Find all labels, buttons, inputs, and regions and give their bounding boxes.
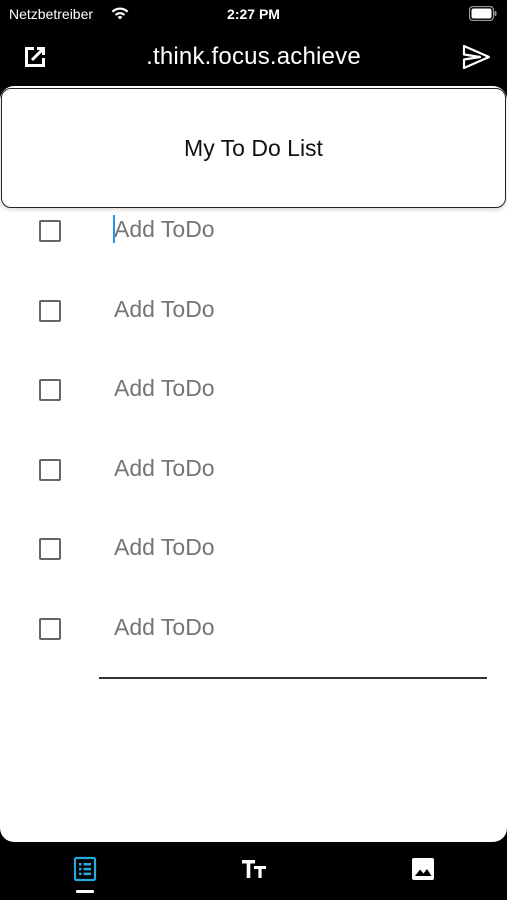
app-title: .think.focus.achieve [146, 43, 361, 70]
image-icon[interactable] [408, 854, 438, 884]
send-icon[interactable] [461, 42, 491, 72]
todo-sheet: My To Do List [0, 86, 507, 842]
status-bar: Netzbetreiber 2:27 PM [0, 0, 507, 28]
todo-checkbox[interactable] [39, 459, 61, 481]
todo-input[interactable] [114, 530, 484, 564]
text-format-icon[interactable] [239, 854, 269, 884]
todo-input[interactable] [114, 212, 484, 246]
todo-row [0, 437, 507, 497]
app-bar: .think.focus.achieve [0, 28, 507, 86]
active-tab-indicator [76, 890, 94, 893]
todo-input[interactable] [114, 610, 484, 644]
input-underline [99, 677, 487, 679]
todo-checkbox[interactable] [39, 538, 61, 560]
list-title: My To Do List [184, 134, 323, 161]
todo-row [0, 596, 507, 656]
todo-checkbox[interactable] [39, 618, 61, 640]
clock: 2:27 PM [227, 6, 280, 22]
list-title-card: My To Do List [1, 88, 506, 208]
todo-checkbox[interactable] [39, 220, 61, 242]
todo-checkbox[interactable] [39, 379, 61, 401]
todo-row [0, 278, 507, 338]
todo-row [0, 516, 507, 576]
todo-input[interactable] [114, 451, 484, 485]
list-icon[interactable] [70, 854, 100, 884]
todo-row [0, 357, 507, 417]
todo-input[interactable] [114, 292, 484, 326]
todo-checkbox[interactable] [39, 300, 61, 322]
todo-input[interactable] [114, 371, 484, 405]
bottom-tab-bar [0, 842, 507, 900]
battery-icon [469, 6, 497, 21]
